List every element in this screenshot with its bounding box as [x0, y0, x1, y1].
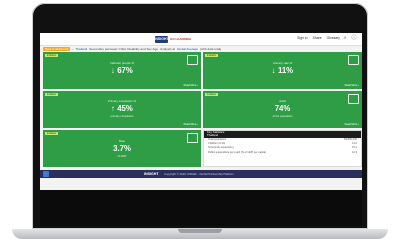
breadcrumb: Back to dashboard › Thailand Secondary p… — [43, 46, 359, 51]
card-value: ↑ 45% — [111, 104, 133, 113]
breadcrumb-path: Secondary personal: Child, Disability an… — [89, 46, 159, 51]
search-icon[interactable]: ⌕ — [342, 35, 348, 41]
card-value: 74% — [274, 104, 291, 113]
header-nav: Sign in Share Glossary — [297, 36, 340, 40]
footer-logo[interactable]: INSIGHT — [144, 172, 159, 176]
back-to-dashboard-button[interactable]: Back to dashboard — [43, 46, 71, 51]
nav-share[interactable]: Share — [313, 36, 322, 40]
laptop-screen: INSIGHT GO LEARNING Sign in Share Glossa… — [40, 33, 362, 190]
header-icons: ⌕ ⓘ — [342, 35, 357, 41]
breadcrumb-tail: (with data total) — [200, 46, 222, 51]
card-value: ↓ 67% — [111, 66, 133, 75]
read-more-link[interactable]: Read More › — [345, 84, 359, 87]
key-statistics-panel: Key Statistics Thailand Total population… — [203, 130, 362, 167]
indicator-card[interactable]: Indicator Adult 74% of the population Re… — [203, 91, 362, 128]
card-note: of GDP — [117, 155, 127, 158]
info-key: Public expenditure per pupil (% of GDP p… — [208, 150, 267, 154]
screen-lower-bezel — [40, 190, 362, 226]
card-note: of the population — [272, 115, 293, 118]
card-label: Rate — [118, 139, 126, 143]
indicator-card[interactable]: Indicator Indicator people % ↓ 67% Read … — [43, 52, 201, 89]
card-label: Primary completion % — [107, 99, 137, 103]
card-value: 3.7% — [113, 144, 131, 153]
nav-sign-in[interactable]: Sign in — [297, 36, 307, 40]
site-header: INSIGHT GO LEARNING Sign in Share Glossa… — [40, 33, 362, 46]
laptop-base-notch — [178, 229, 222, 233]
chevron-right-icon: › — [72, 46, 74, 51]
nav-glossary[interactable]: Glossary — [327, 36, 340, 40]
card-label: Indicator people % — [110, 61, 134, 65]
card-tag: Indicator — [205, 54, 219, 58]
card-tag: Indicator — [45, 54, 59, 58]
site-logo[interactable]: INSIGHT GO LEARNING — [154, 35, 192, 43]
info-value: 12.3 — [351, 150, 357, 154]
indicator-card[interactable]: Indicator Rate 3.7% of GDP — [43, 130, 201, 167]
breadcrumb-location[interactable]: Thailand — [75, 47, 87, 51]
logo-text: GO LEARNING — [170, 36, 192, 41]
info-panel-header: Key Statistics Thailand — [204, 130, 361, 138]
footer-copyright: Copyright © 2022 UNICEF - Global Partner… — [164, 172, 234, 177]
indicator-card[interactable]: Indicator Primary completion % ↑ 45% pri… — [43, 91, 201, 128]
card-tag: Indicator — [45, 93, 59, 97]
card-value: ↓ 11% — [271, 66, 294, 75]
card-tag: Indicator — [45, 132, 59, 136]
card-label: Adult — [279, 99, 286, 103]
logo-mark: INSIGHT — [154, 35, 169, 43]
card-tag: Indicator — [205, 93, 219, 97]
footer-badge-icon — [43, 171, 49, 177]
card-label: Literacy rate % — [272, 61, 293, 65]
read-more-link[interactable]: Read More › — [184, 84, 198, 87]
read-more-link[interactable]: Read More › — [184, 123, 198, 126]
card-note: primary completion — [110, 115, 134, 118]
breadcrumb-region[interactable]: Global Average — [177, 47, 198, 51]
read-more-link[interactable]: Read More › — [345, 123, 359, 126]
info-icon[interactable]: ⓘ — [351, 35, 357, 41]
info-row: Public expenditure per pupil (% of GDP p… — [204, 151, 361, 155]
breadcrumb-suffix: Analysis at — [160, 46, 175, 51]
site-footer: INSIGHT Copyright © 2022 UNICEF - Global… — [40, 170, 362, 178]
indicator-card[interactable]: Indicator Literacy rate % ↓ 11% Read Mor… — [203, 52, 362, 89]
